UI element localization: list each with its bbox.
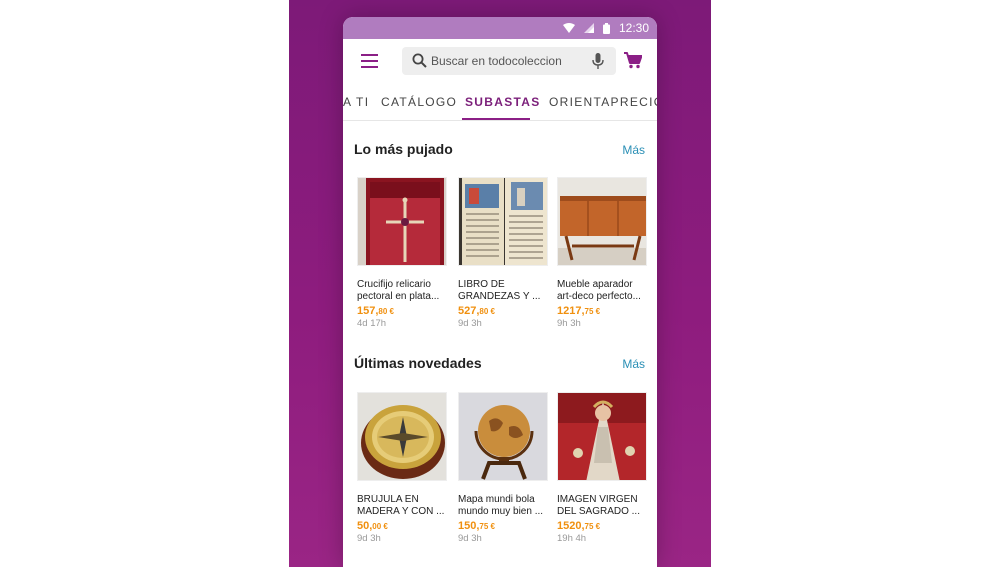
phone-screen: 12:30 Buscar en todocoleccion A TI CATÁL…: [343, 17, 657, 567]
globe-image: [458, 392, 548, 481]
status-time: 12:30: [618, 21, 649, 35]
compass-image: [357, 392, 447, 481]
product-price: 50,00 €: [357, 520, 447, 532]
more-link-most-bid[interactable]: Más: [622, 143, 645, 157]
price-decimals: 80 €: [479, 307, 495, 316]
time-left: 9d 3h: [458, 533, 482, 544]
content: Lo más pujado Más Crucifijo relicario pe…: [343, 121, 657, 567]
product-card[interactable]: LIBRO DE GRANDEZAS Y ... 527,80 € 9d 3h: [458, 177, 548, 329]
product-title: BRÚJULA EN MADERA Y CON ...: [357, 494, 445, 517]
tab-subastas[interactable]: SUBASTAS: [465, 95, 541, 109]
section-title-most-bid: Lo más pujado: [354, 141, 453, 157]
cross-reliquary-image: [357, 177, 447, 266]
wifi-icon: [562, 23, 575, 33]
product-card[interactable]: BRÚJULA EN MADERA Y CON ... 50,00 € 9d 3…: [357, 392, 447, 544]
menu-icon[interactable]: [361, 54, 378, 68]
price-main: 157,: [357, 305, 379, 317]
product-title: Mapa mundi bola mundo muy bien ...: [458, 494, 544, 517]
product-card[interactable]: Mueble aparador art-deco perfecto... 121…: [557, 177, 647, 329]
app-bar: [343, 39, 657, 83]
search-icon: [412, 53, 427, 68]
price-decimals: 75 €: [479, 522, 495, 531]
tab-a-ti[interactable]: A TI: [343, 95, 369, 109]
virgin-statue-image: [557, 392, 647, 481]
cart-icon[interactable]: [624, 52, 642, 69]
product-title: Mueble aparador art-deco perfecto...: [557, 279, 641, 302]
battery-icon: [602, 22, 610, 34]
price-decimals: 75 €: [584, 522, 601, 531]
tab-orientaprecios[interactable]: ORIENTAPRECIOS: [549, 95, 657, 109]
microphone-icon[interactable]: [592, 53, 604, 69]
price-main: 527,: [458, 305, 480, 317]
price-decimals: 75 €: [584, 307, 601, 316]
search-input[interactable]: [431, 47, 581, 75]
product-card[interactable]: Crucifijo relicario pectoral en plata...…: [357, 177, 447, 329]
product-price: 527,80 €: [458, 305, 548, 317]
price-main: 1217,: [557, 305, 585, 317]
tab-catalogo[interactable]: CATÁLOGO: [381, 95, 457, 109]
price-main: 50,: [357, 520, 373, 532]
product-price: 1217,75 €: [557, 305, 647, 317]
product-card[interactable]: IMAGEN VIRGEN DEL SAGRADO ... 1520,75 € …: [557, 392, 647, 544]
search-bar: [402, 47, 616, 75]
time-left: 9d 3h: [357, 533, 381, 544]
time-left: 9d 3h: [458, 318, 482, 329]
price-main: 150,: [458, 520, 480, 532]
price-decimals: 80 €: [378, 307, 394, 316]
time-left: 4d 17h: [357, 318, 387, 329]
product-card[interactable]: Mapa mundi bola mundo muy bien ... 150,7…: [458, 392, 548, 544]
section-title-latest: Últimas novedades: [354, 355, 482, 371]
price-main: 1520,: [557, 520, 585, 532]
product-title: LIBRO DE GRANDEZAS Y ...: [458, 279, 541, 302]
illuminated-book-image: [458, 177, 548, 266]
status-bar: 12:30: [343, 17, 657, 39]
product-title: Crucifijo relicario pectoral en plata...: [357, 279, 440, 302]
product-title: IMAGEN VIRGEN DEL SAGRADO ...: [557, 494, 640, 517]
tab-bar: A TI CATÁLOGO SUBASTAS ORIENTAPRECIOS: [343, 83, 657, 121]
time-left: 19h 4h: [557, 533, 587, 544]
product-price: 1520,75 €: [557, 520, 647, 532]
product-price: 157,80 €: [357, 305, 447, 317]
price-decimals: 00 €: [372, 522, 388, 531]
time-left: 9h 3h: [557, 318, 581, 329]
sideboard-image: [557, 177, 647, 266]
more-link-latest[interactable]: Más: [622, 357, 645, 371]
product-price: 150,75 €: [458, 520, 548, 532]
signal-icon: [583, 23, 594, 33]
stage: 12:30 Buscar en todocoleccion A TI CATÁL…: [0, 0, 1000, 567]
